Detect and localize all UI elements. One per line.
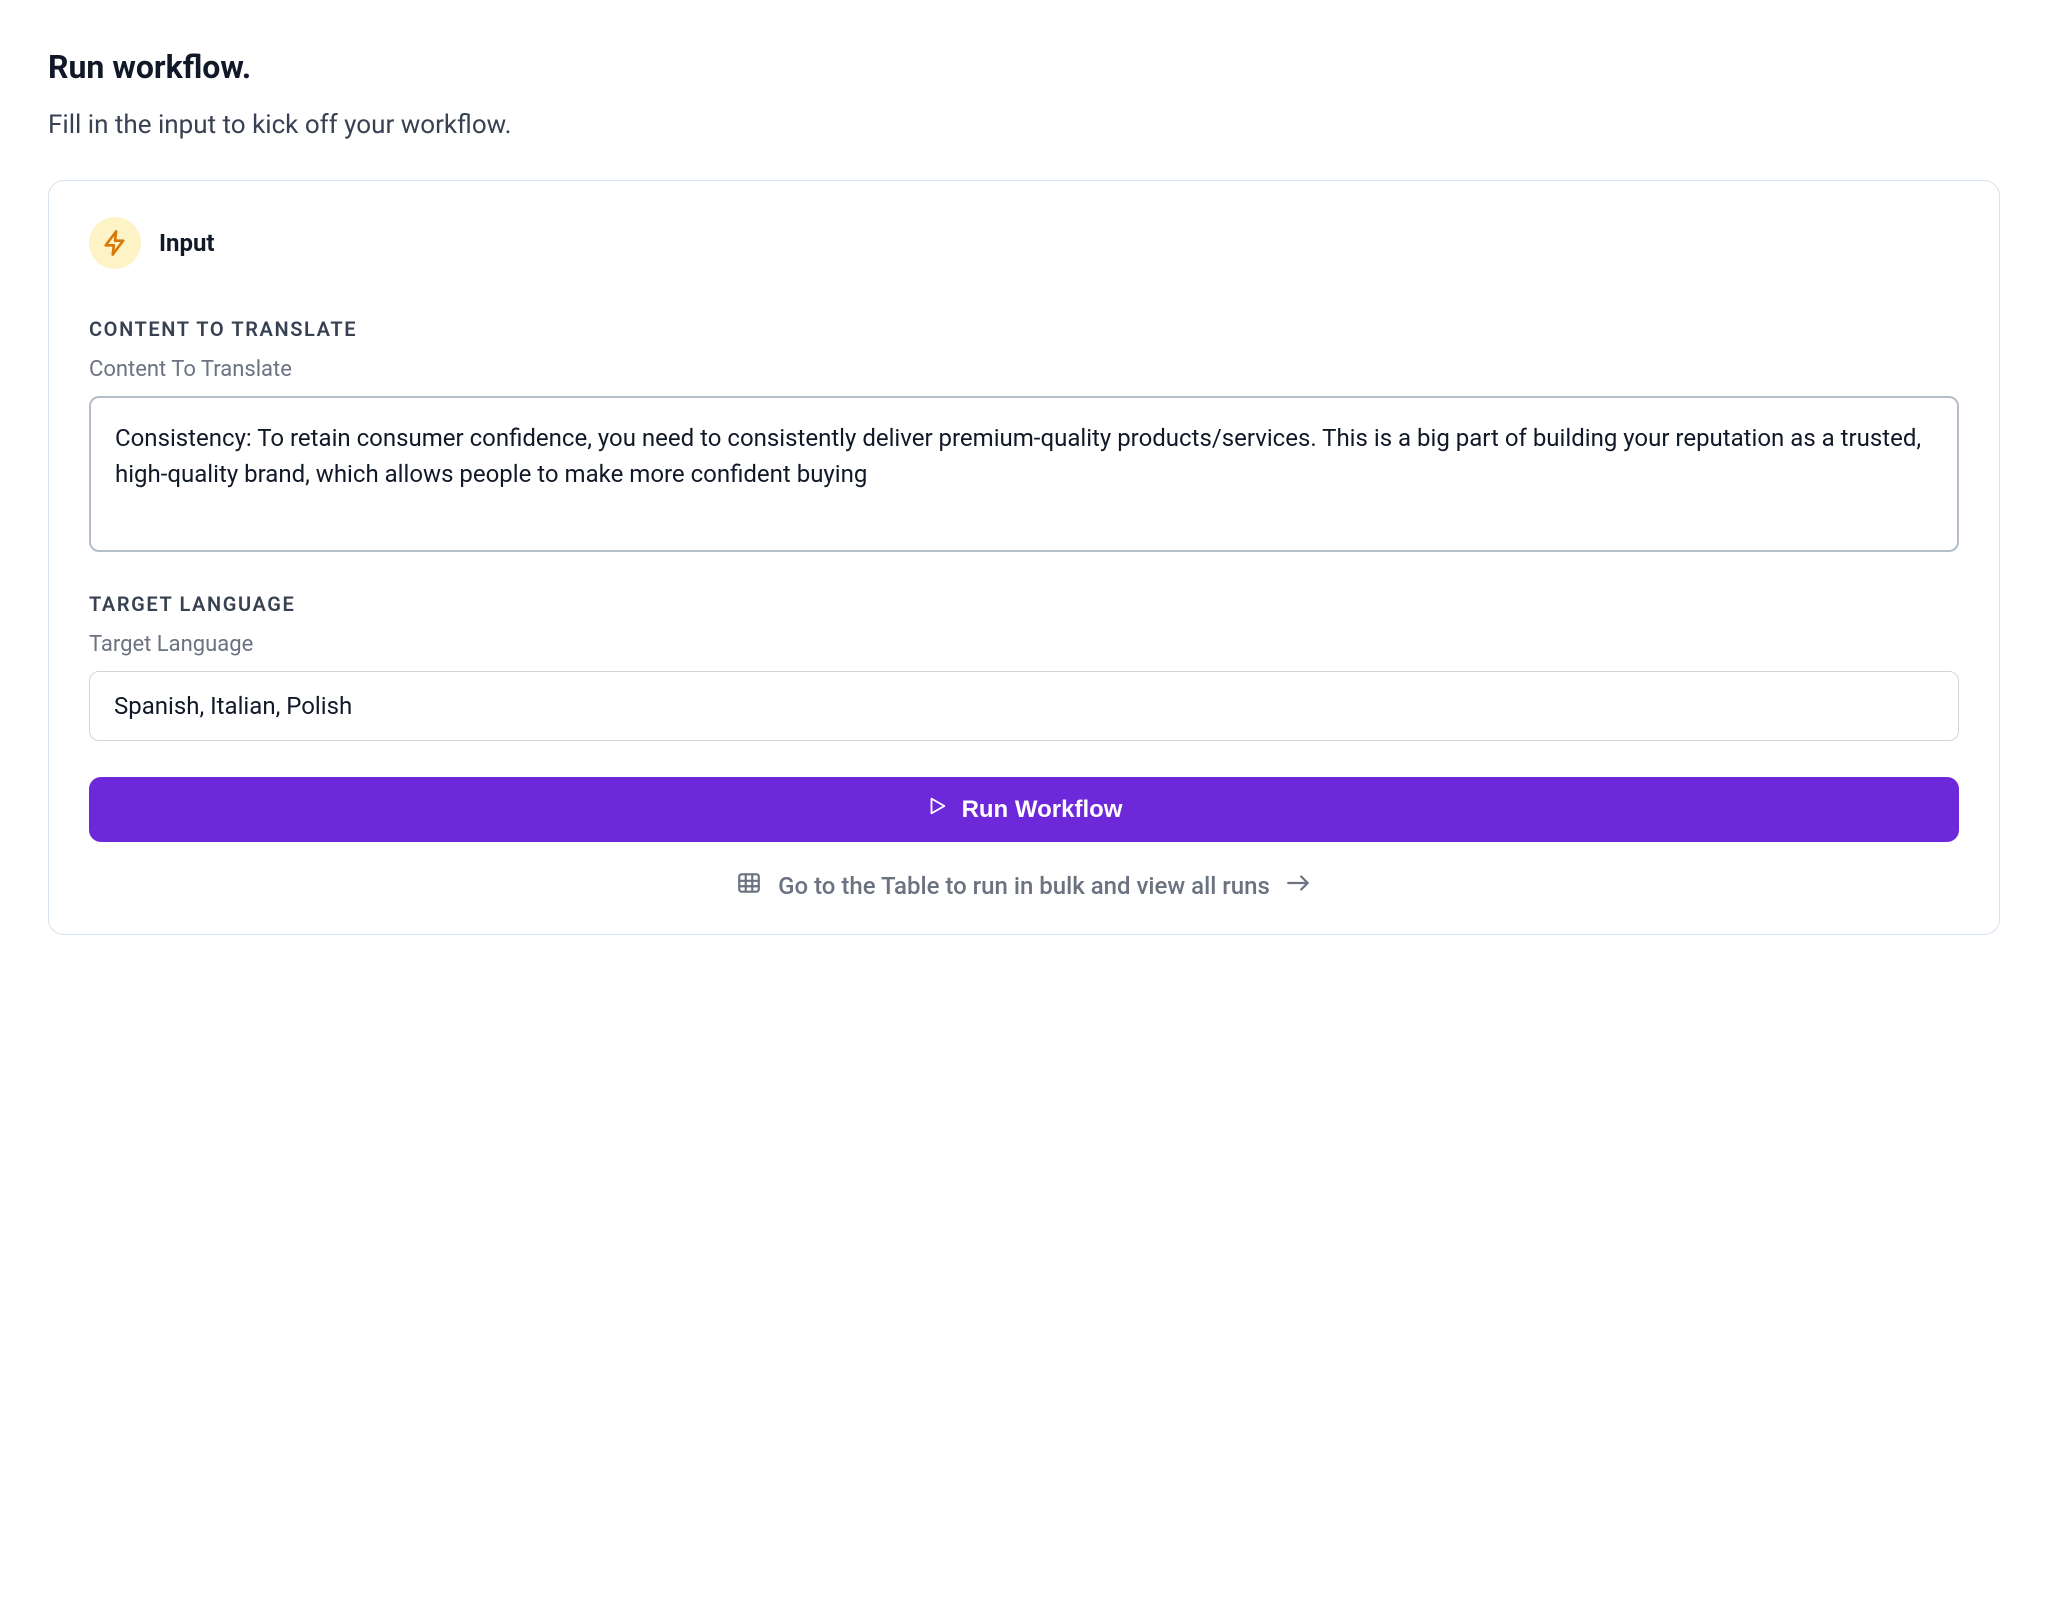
run-button-label: Run Workflow [962, 796, 1123, 824]
table-icon [736, 870, 762, 902]
arrow-right-icon [1286, 870, 1312, 902]
go-to-table-link[interactable]: Go to the Table to run in bulk and view … [89, 870, 1959, 902]
content-heading: CONTENT TO TRANSLATE [89, 317, 1959, 341]
page-title: Run workflow. [48, 48, 2000, 86]
table-link-label: Go to the Table to run in bulk and view … [778, 872, 1270, 900]
language-heading: TARGET LANGUAGE [89, 592, 1959, 616]
play-icon [926, 795, 948, 824]
content-field-group: CONTENT TO TRANSLATE Content To Translat… [89, 317, 1959, 556]
run-workflow-button[interactable]: Run Workflow [89, 777, 1959, 842]
card-title: Input [159, 229, 215, 257]
input-card: Input CONTENT TO TRANSLATE Content To Tr… [48, 180, 2000, 935]
language-input[interactable] [89, 671, 1959, 741]
language-label: Target Language [89, 632, 1959, 657]
language-field-group: TARGET LANGUAGE Target Language [89, 592, 1959, 741]
lightning-icon [89, 217, 141, 269]
content-label: Content To Translate [89, 357, 1959, 382]
page-subtitle: Fill in the input to kick off your workf… [48, 110, 2000, 140]
content-textarea[interactable]: Consistency: To retain consumer confiden… [89, 396, 1959, 552]
card-header: Input [89, 217, 1959, 269]
